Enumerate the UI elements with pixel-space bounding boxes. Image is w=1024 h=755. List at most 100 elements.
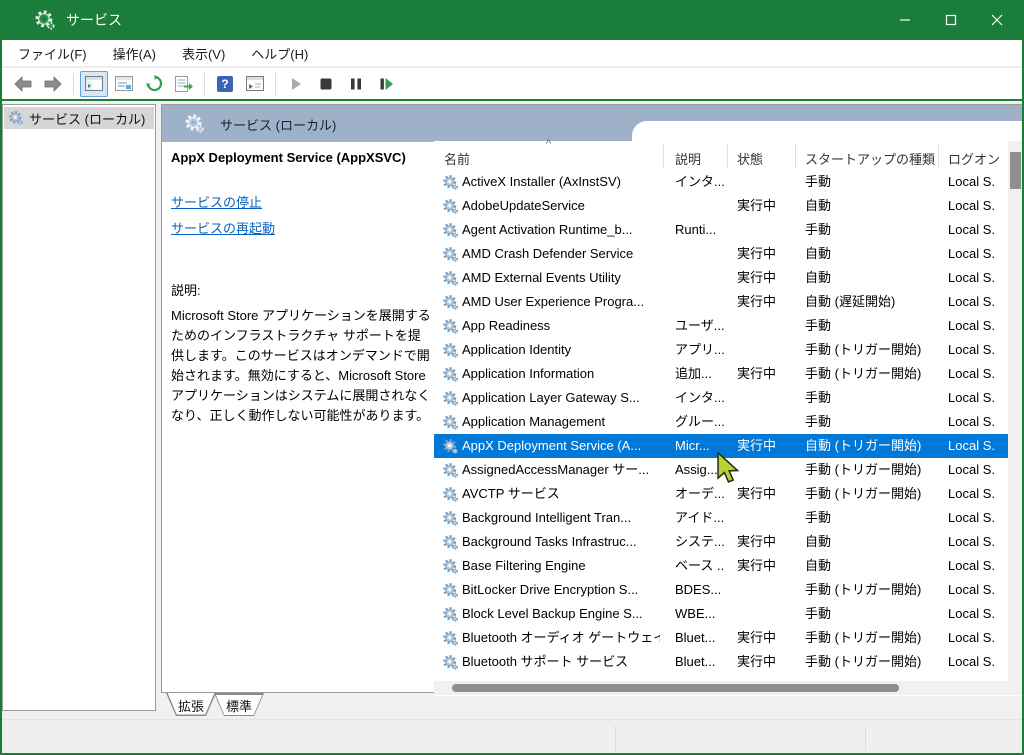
service-row[interactable]: Application Layer Gateway S... インタ... 手動…: [434, 386, 1008, 410]
horizontal-scrollbar-thumb[interactable]: [452, 684, 899, 692]
service-name: AMD External Events Utility: [462, 266, 660, 290]
service-row[interactable]: Bluetooth オーディオ ゲートウェイ... Bluet... 実行中 手…: [434, 626, 1008, 650]
menu-action[interactable]: 操作(A): [103, 40, 166, 67]
help-button[interactable]: ?: [211, 71, 239, 97]
column-header-name[interactable]: 名前: [444, 149, 470, 168]
column-divider[interactable]: [795, 143, 796, 169]
service-logon: Local S.: [948, 266, 1008, 290]
restart-service-link[interactable]: サービスの再起動: [171, 218, 433, 237]
service-logon: Local S.: [948, 530, 1008, 554]
column-header-logon[interactable]: ログオン: [948, 149, 1000, 168]
service-row[interactable]: AMD User Experience Progra... 実行中 自動 (遅延…: [434, 290, 1008, 314]
close-button[interactable]: [974, 0, 1020, 40]
service-gear-icon: [442, 654, 459, 671]
maximize-button[interactable]: [928, 0, 974, 40]
column-header-desc[interactable]: 説明: [675, 149, 701, 168]
service-desc: BDES...: [675, 578, 725, 602]
service-gear-icon: [442, 534, 459, 551]
restart-service-icon: [379, 77, 394, 91]
forward-button[interactable]: [39, 71, 67, 97]
service-status: 実行中: [737, 194, 793, 218]
minimize-button[interactable]: [882, 0, 928, 40]
service-row[interactable]: App Readiness ユーザ... 手動 Local S.: [434, 314, 1008, 338]
back-button[interactable]: [9, 71, 37, 97]
service-logon: Local S.: [948, 338, 1008, 362]
tab-extended[interactable]: 拡張: [166, 693, 216, 716]
pause-service-button[interactable]: [342, 71, 370, 97]
service-row[interactable]: AdobeUpdateService 実行中 自動 Local S.: [434, 194, 1008, 218]
service-name: Agent Activation Runtime_b...: [462, 218, 660, 242]
service-row[interactable]: ActiveX Installer (AxInstSV) インタ... 手動 L…: [434, 170, 1008, 194]
stop-service-link[interactable]: サービスの停止: [171, 192, 433, 211]
service-row[interactable]: Application Management グルー... 手動 Local S…: [434, 410, 1008, 434]
service-info-pane: AppX Deployment Service (AppXSVC) サービスの停…: [171, 142, 433, 426]
menu-view[interactable]: 表示(V): [172, 40, 235, 67]
service-row[interactable]: AVCTP サービス オーデ... 実行中 手動 (トリガー開始) Local …: [434, 482, 1008, 506]
show-action-pane-button[interactable]: [241, 71, 269, 97]
properties-button[interactable]: [110, 71, 138, 97]
service-row[interactable]: Application Information 追加... 実行中 手動 (トリ…: [434, 362, 1008, 386]
service-status: 実行中: [737, 242, 793, 266]
selected-service-title: AppX Deployment Service (AppXSVC): [171, 150, 433, 165]
column-divider[interactable]: [663, 143, 664, 169]
stop-service-button[interactable]: [312, 71, 340, 97]
show-console-tree-button[interactable]: [80, 71, 108, 97]
services-window: サービス ファイル(F) 操作(A) 表示(V) ヘルプ(H): [0, 0, 1024, 755]
service-logon: Local S.: [948, 650, 1008, 674]
service-row[interactable]: Agent Activation Runtime_b... Runti... 手…: [434, 218, 1008, 242]
menu-file[interactable]: ファイル(F): [8, 40, 97, 67]
column-header-status[interactable]: 状態: [737, 149, 763, 168]
service-startup: 自動 (トリガー開始): [805, 434, 935, 458]
vertical-scrollbar[interactable]: [1008, 141, 1023, 681]
service-status: 実行中: [737, 266, 793, 290]
column-divider[interactable]: [727, 143, 728, 169]
service-status: [737, 386, 793, 410]
services-main-panel: サービス (ローカル) AppX Deployment Service (App…: [161, 104, 1024, 693]
export-list-button[interactable]: [170, 71, 198, 97]
service-row[interactable]: AMD External Events Utility 実行中 自動 Local…: [434, 266, 1008, 290]
service-row[interactable]: Background Tasks Infrastruc... システ... 実行…: [434, 530, 1008, 554]
service-gear-icon: [442, 558, 459, 575]
service-name: Application Layer Gateway S...: [462, 386, 660, 410]
extended-view-title: サービス (ローカル): [220, 115, 336, 134]
service-logon: Local S.: [948, 314, 1008, 338]
service-row[interactable]: Background Intelligent Tran... アイド... 手動…: [434, 506, 1008, 530]
horizontal-scrollbar[interactable]: [434, 681, 1008, 695]
start-service-button[interactable]: [282, 71, 310, 97]
service-row[interactable]: Bluetooth サポート サービス Bluet... 実行中 手動 (トリガ…: [434, 650, 1008, 674]
toolbar-separator: [204, 73, 205, 95]
service-status: 実行中: [737, 554, 793, 578]
service-name: ActiveX Installer (AxInstSV): [462, 170, 660, 194]
service-startup: 手動 (トリガー開始): [805, 650, 935, 674]
description-label: 説明:: [171, 280, 433, 299]
service-name: AMD User Experience Progra...: [462, 290, 660, 314]
service-status: [737, 458, 793, 482]
tree-item-services-local[interactable]: サービス (ローカル): [4, 107, 154, 129]
column-divider[interactable]: [938, 143, 939, 169]
refresh-button[interactable]: [140, 71, 168, 97]
restart-service-button[interactable]: [372, 71, 400, 97]
service-logon: Local S.: [948, 362, 1008, 386]
services-rows: ActiveX Installer (AxInstSV) インタ... 手動 L…: [434, 170, 1008, 682]
service-gear-icon: [442, 582, 459, 599]
service-row[interactable]: AMD Crash Defender Service 実行中 自動 Local …: [434, 242, 1008, 266]
service-row[interactable]: BitLocker Drive Encryption S... BDES... …: [434, 578, 1008, 602]
service-name: AssignedAccessManager サー...: [462, 458, 660, 482]
service-gear-icon: [442, 222, 459, 239]
tab-standard[interactable]: 標準: [214, 693, 264, 716]
service-gear-icon: [442, 462, 459, 479]
service-row[interactable]: Block Level Backup Engine S... WBE... 手動…: [434, 602, 1008, 626]
column-header-startup[interactable]: スタートアップの種類: [805, 149, 935, 168]
service-row[interactable]: Base Filtering Engine ベース ... 実行中 自動 Loc…: [434, 554, 1008, 578]
menu-help[interactable]: ヘルプ(H): [241, 40, 318, 67]
service-gear-icon: [442, 174, 459, 191]
services-header-icon: [184, 113, 205, 134]
show-console-tree-icon: [85, 76, 103, 91]
service-name: Bluetooth サポート サービス: [462, 650, 660, 674]
help-icon: ?: [217, 76, 233, 92]
service-status: [737, 218, 793, 242]
service-row[interactable]: Application Identity アプリ... 手動 (トリガー開始) …: [434, 338, 1008, 362]
show-action-pane-icon: [246, 76, 264, 91]
description-text: Microsoft Store アプリケーションを展開するためのインフラストラク…: [171, 306, 433, 426]
vertical-scrollbar-thumb[interactable]: [1010, 152, 1021, 189]
